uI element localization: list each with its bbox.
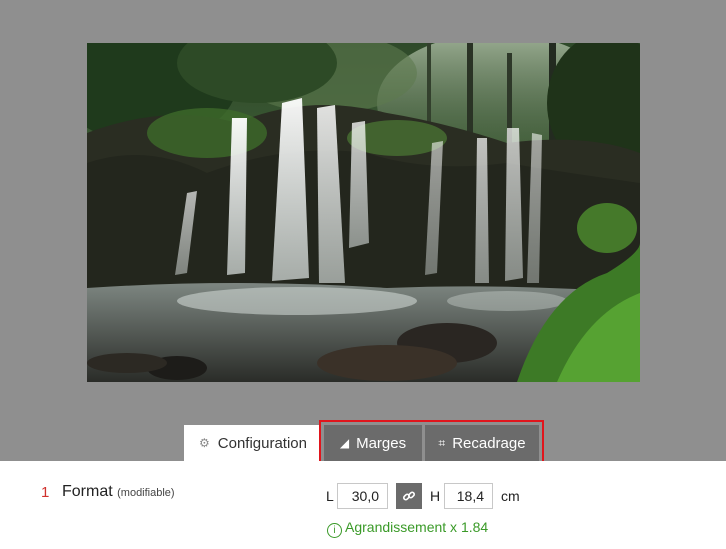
link-icon [402, 491, 416, 501]
link-dimensions-button[interactable] [396, 483, 422, 509]
tab-recadrage[interactable]: ⌗ Recadrage [425, 425, 539, 461]
margin-corner-icon: ◢ [339, 436, 350, 450]
unit-label: cm [501, 488, 520, 504]
crop-icon: ⌗ [438, 435, 446, 450]
width-label: L [326, 488, 334, 504]
step-title: Format (modifiable) [62, 483, 175, 501]
height-input[interactable] [444, 483, 493, 509]
step-number: 1 [41, 484, 50, 501]
tab-configuration[interactable]: ⚙ Configuration [184, 425, 320, 461]
enlargement-text: Agrandissement x 1.84 [345, 519, 489, 535]
image-preview-area [0, 0, 726, 461]
enlargement-note: i Agrandissement x 1.84 [327, 519, 488, 538]
width-input[interactable] [337, 483, 388, 509]
height-label: H [430, 488, 441, 504]
step-subtitle: (modifiable) [117, 487, 175, 499]
tab-recadrage-label: Recadrage [452, 434, 526, 452]
step-title-text: Format [62, 483, 113, 500]
tab-configuration-label: Configuration [217, 434, 307, 452]
tab-marges[interactable]: ◢ Marges [324, 425, 422, 461]
gear-icon: ⚙ [199, 436, 210, 450]
waterfall-photo [87, 43, 640, 382]
info-circle-icon: i [327, 523, 342, 538]
tab-marges-label: Marges [356, 434, 407, 452]
